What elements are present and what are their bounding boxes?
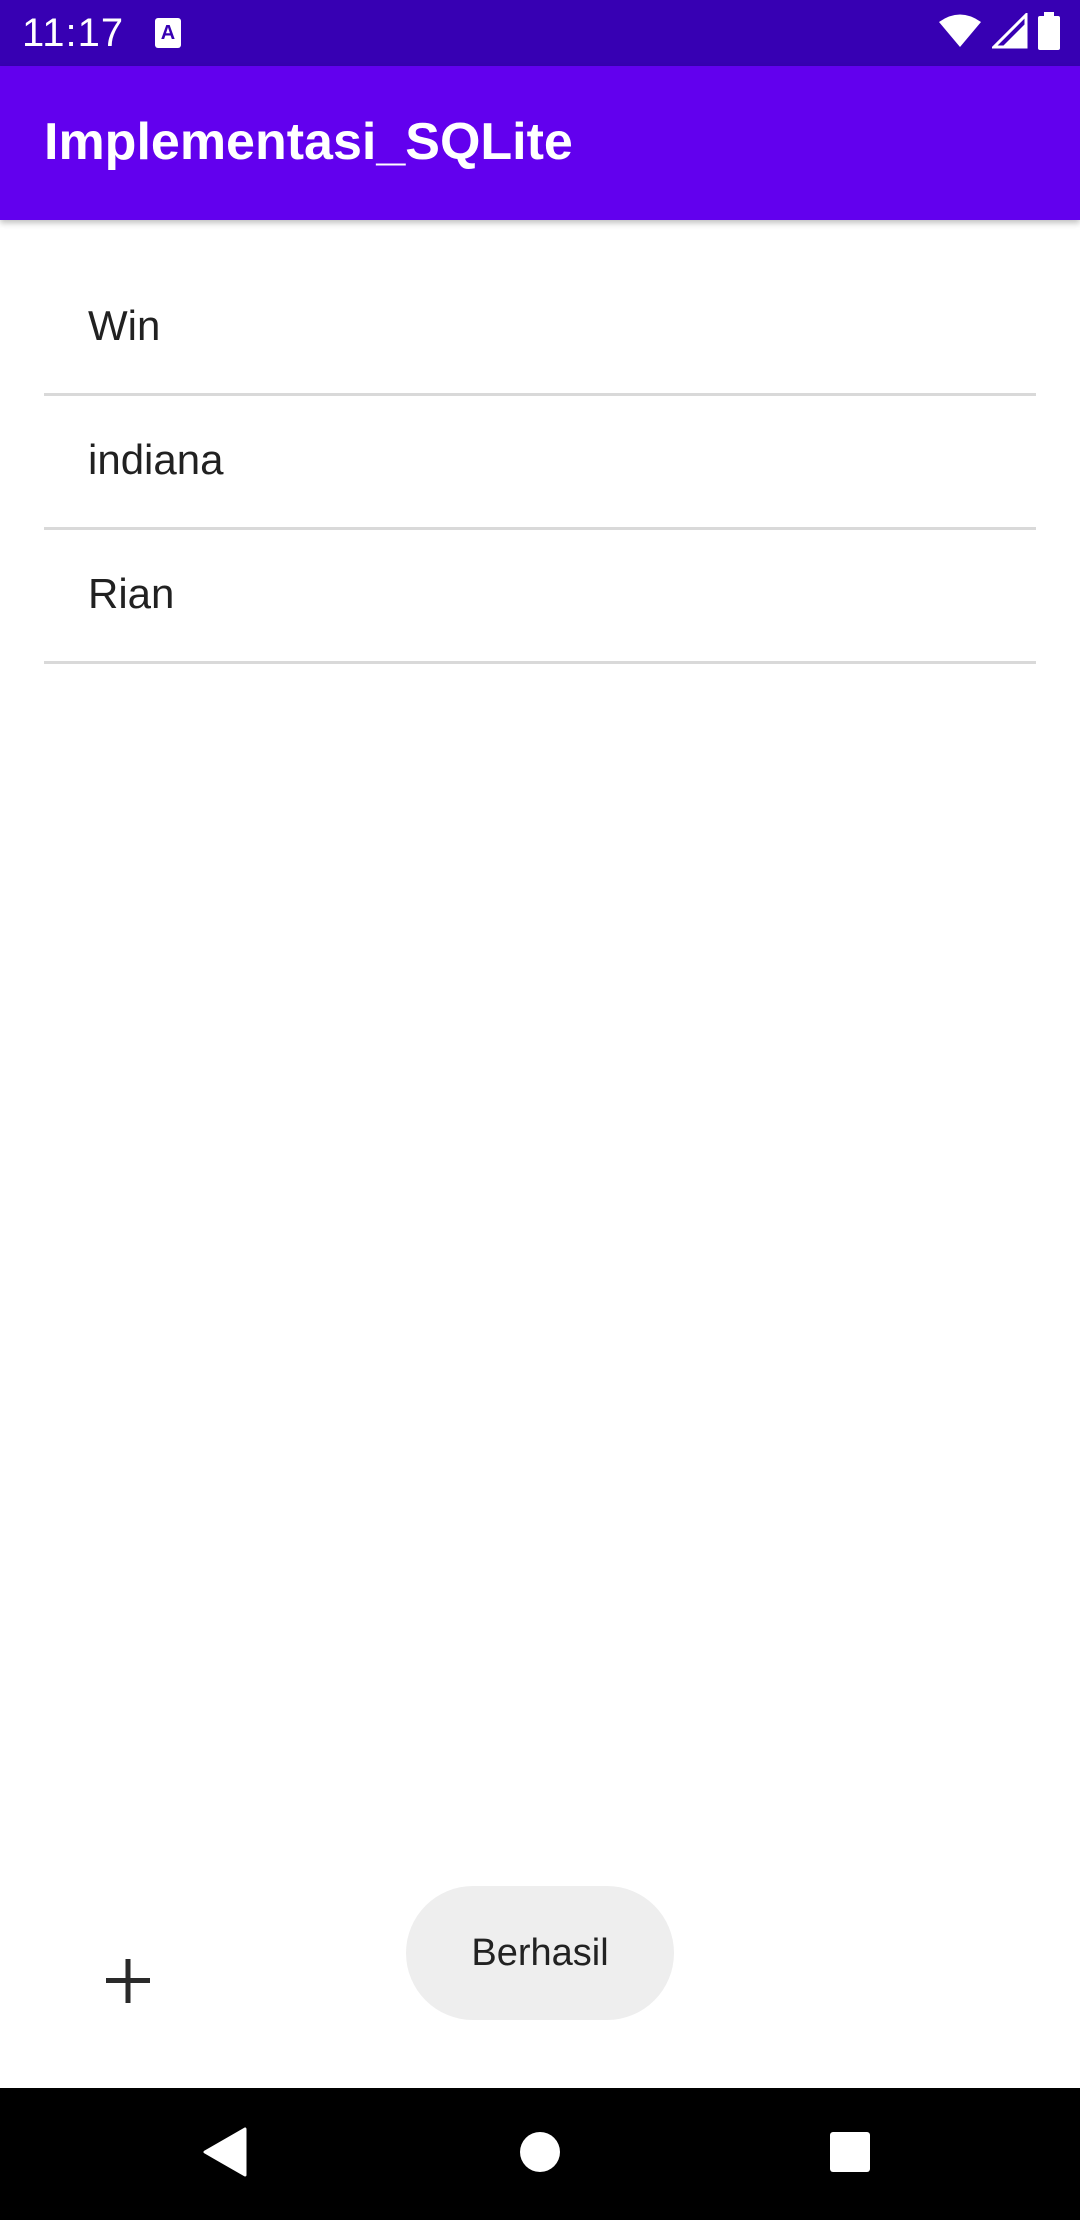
text-notification-icon: A bbox=[155, 18, 181, 48]
cell-signal-icon bbox=[990, 10, 1028, 54]
status-time: 11:17 bbox=[22, 11, 125, 55]
add-button[interactable] bbox=[82, 1940, 162, 2020]
back-button[interactable] bbox=[186, 2114, 266, 2194]
app-bar: Implementasi_SQLite bbox=[0, 66, 1080, 220]
plus-icon bbox=[88, 1959, 168, 2024]
wifi-icon bbox=[938, 13, 982, 54]
recents-button[interactable] bbox=[810, 2114, 890, 2194]
list-item-label: Win bbox=[88, 302, 161, 349]
list-item[interactable]: Win bbox=[44, 262, 1036, 396]
status-icons bbox=[938, 10, 1060, 55]
list-item-label: indiana bbox=[88, 436, 224, 483]
list-item[interactable]: Rian bbox=[44, 530, 1036, 664]
home-button[interactable] bbox=[500, 2114, 580, 2194]
battery-icon bbox=[1038, 11, 1060, 55]
name-list: Win indiana Rian bbox=[44, 262, 1036, 664]
navigation-bar bbox=[0, 2088, 1080, 2220]
list-item[interactable]: indiana bbox=[44, 396, 1036, 530]
app-title: Implementasi_SQLite bbox=[44, 113, 573, 171]
toast: Berhasil bbox=[406, 1886, 674, 2020]
list-item-label: Rian bbox=[88, 570, 175, 617]
home-circle-icon bbox=[518, 2130, 562, 2179]
back-triangle-icon bbox=[203, 2127, 249, 2182]
recents-square-icon bbox=[828, 2130, 872, 2179]
status-bar: 11:17 A bbox=[0, 0, 1080, 66]
toast-message: Berhasil bbox=[471, 1931, 609, 1974]
